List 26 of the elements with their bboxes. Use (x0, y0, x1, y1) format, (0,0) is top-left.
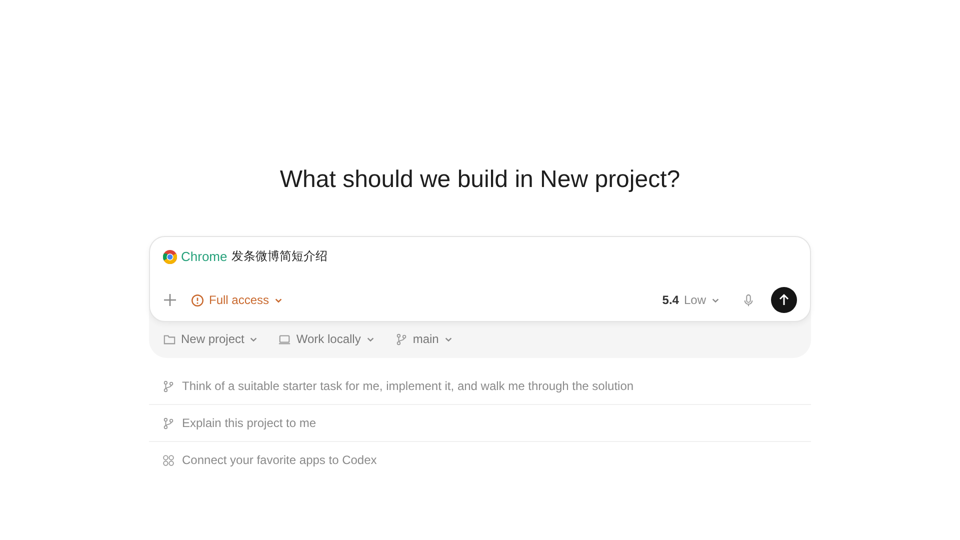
project-dropdown[interactable]: New project (163, 332, 258, 346)
app-mention: Chrome (181, 249, 228, 264)
chevron-down-icon (274, 296, 284, 304)
branch-icon (162, 380, 175, 392)
suggestion-item[interactable]: Connect your favorite apps to Codex (149, 442, 811, 478)
send-button[interactable] (771, 287, 797, 313)
plus-icon (163, 293, 177, 307)
suggestion-item[interactable]: Think of a suitable starter task for me, implement it, and walk me through the solution (149, 368, 811, 405)
apps-icon (162, 454, 175, 466)
suggestion-item[interactable]: Explain this project to me (149, 405, 811, 442)
model-dropdown[interactable]: 5.4 Low (662, 293, 720, 307)
access-dropdown[interactable]: Full access (191, 293, 284, 307)
arrow-up-icon (777, 293, 791, 307)
folder-icon (163, 332, 176, 346)
branch-icon (162, 416, 175, 430)
page-heading: What should we build in New project? (280, 165, 680, 195)
browser-logo-icon (163, 250, 177, 264)
prompt-text[interactable]: 发条微博简短介绍 (231, 248, 328, 265)
branch-icon (394, 332, 408, 346)
add-button[interactable] (163, 293, 177, 307)
branch-dropdown[interactable]: main (394, 332, 453, 346)
laptop-icon (278, 332, 292, 346)
microphone-icon (742, 294, 755, 306)
warning-icon (191, 294, 204, 306)
microphone-button[interactable] (742, 294, 755, 306)
environment-dropdown[interactable]: Work locally (278, 332, 375, 346)
